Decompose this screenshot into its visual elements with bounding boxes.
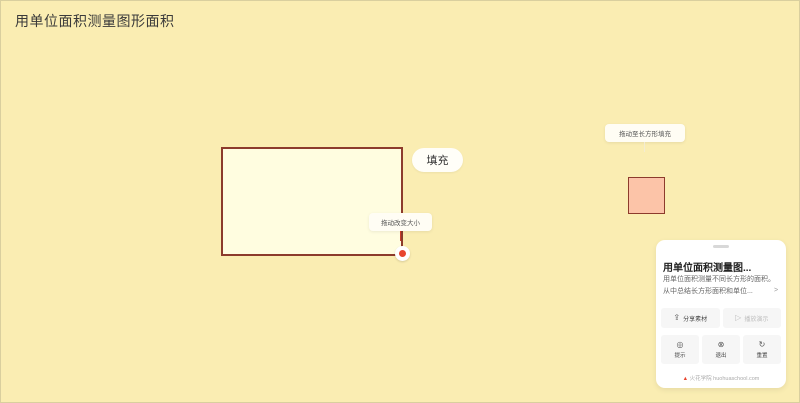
- play-icon: ▷: [735, 313, 742, 322]
- panel-title: 用单位面积测量图...: [663, 263, 752, 274]
- footer-url: huohuaschool.com: [713, 376, 760, 382]
- share-icon: ⇪: [673, 313, 681, 322]
- resize-tooltip: 拖动改变大小: [369, 213, 432, 241]
- play-demo-button[interactable]: ▷ 播放演示: [722, 308, 781, 328]
- close-circle-icon: ⊗: [717, 339, 725, 349]
- brand-logo-icon: ▲: [682, 376, 689, 382]
- reset-button[interactable]: ↻ 重置: [743, 335, 781, 364]
- share-label: 分享素材: [683, 316, 708, 323]
- hint-button[interactable]: ◎ 提示: [661, 335, 699, 364]
- refresh-icon: ↻: [758, 339, 766, 349]
- app-frame: 用单位面积测量图形面积 填充 拖动改变大小 拖动至长方形填充 用单位面积测量图.…: [0, 0, 800, 403]
- chevron-right-icon[interactable]: >: [774, 287, 778, 294]
- panel-actions-row: ⇪ 分享素材 ▷ 播放演示: [661, 308, 781, 328]
- resize-handle[interactable]: [395, 246, 410, 261]
- reset-label: 重置: [756, 352, 768, 359]
- exit-label: 退出: [715, 352, 727, 359]
- share-button[interactable]: ⇪ 分享素材: [661, 308, 720, 328]
- panel-controls-row: ◎ 提示 ⊗ 退出 ↻ 重置: [661, 335, 781, 364]
- play-label: 播放演示: [744, 316, 769, 323]
- panel-grabber[interactable]: [713, 245, 729, 248]
- main-rectangle: [221, 147, 403, 256]
- fill-button[interactable]: 填充: [412, 148, 463, 172]
- panel-description: 用单位面积测量不同长方形的面积。从中总结长方形面积和单位...: [663, 276, 775, 295]
- unit-square[interactable]: [628, 177, 665, 214]
- exit-button[interactable]: ⊗ 退出: [702, 335, 740, 364]
- footer-brand: 火花学院: [689, 376, 712, 382]
- panel-footer: ▲ 火花学院 huohuaschool.com: [656, 374, 786, 382]
- hint-label: 提示: [674, 352, 686, 359]
- info-panel: 用单位面积测量图... 用单位面积测量不同长方形的面积。从中总结长方形面积和单位…: [656, 240, 786, 388]
- hint-icon: ◎: [676, 339, 684, 349]
- unit-square-tooltip: 拖动至长方形填充: [605, 124, 685, 152]
- page-title: 用单位面积测量图形面积: [15, 13, 175, 29]
